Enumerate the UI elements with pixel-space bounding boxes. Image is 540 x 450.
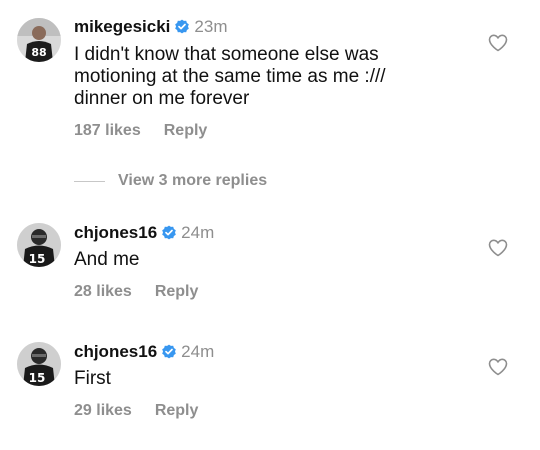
like-button[interactable] xyxy=(488,358,508,376)
comment-header: chjones16 24m xyxy=(74,223,214,243)
avatar[interactable]: 88 xyxy=(17,18,61,62)
comment-text-line: I didn't know that someone else was xyxy=(74,44,379,65)
comment-text-line: dinner on me forever xyxy=(74,88,250,109)
verified-badge-icon xyxy=(161,344,177,360)
comment-text-line: motioning at the same time as me :/// xyxy=(74,66,386,87)
divider xyxy=(74,180,105,182)
username[interactable]: mikegesicki xyxy=(74,17,170,37)
comment-text: I didn't know that someone else was moti… xyxy=(74,44,474,110)
player-photo-icon: 15 xyxy=(17,223,61,267)
comment-meta: 28 likes Reply xyxy=(74,283,198,301)
comment-text: And me xyxy=(74,249,474,271)
avatar[interactable]: 15 xyxy=(17,223,61,267)
comment-text: First xyxy=(74,368,474,390)
timestamp: 24m xyxy=(181,223,215,242)
svg-text:15: 15 xyxy=(29,371,46,385)
avatar[interactable]: 15 xyxy=(17,342,61,386)
comment-meta: 29 likes Reply xyxy=(74,402,198,420)
reply-button[interactable]: Reply xyxy=(155,283,199,301)
comment-item: 15 chjones16 24m First 29 likes Reply xyxy=(0,334,540,434)
comment-text-line: First xyxy=(74,368,111,389)
heart-outline-icon xyxy=(488,34,508,52)
comment-item: 15 chjones16 24m And me 28 likes Reply xyxy=(0,215,540,315)
comment-text-line: And me xyxy=(74,249,140,270)
svg-text:15: 15 xyxy=(29,252,46,266)
player-photo-icon: 15 xyxy=(17,342,61,386)
view-more-replies-label: View 3 more replies xyxy=(118,172,268,189)
timestamp: 23m xyxy=(194,17,228,36)
like-button[interactable] xyxy=(488,239,508,257)
timestamp: 24m xyxy=(181,342,215,361)
view-more-replies-button[interactable]: View 3 more replies xyxy=(74,172,267,190)
comment-header: chjones16 24m xyxy=(74,342,214,362)
heart-outline-icon xyxy=(488,358,508,376)
player-photo-icon: 88 xyxy=(17,18,61,62)
reply-button[interactable]: Reply xyxy=(155,402,199,420)
like-button[interactable] xyxy=(488,34,508,52)
reply-button[interactable]: Reply xyxy=(164,122,208,140)
svg-text:88: 88 xyxy=(31,46,46,59)
likes-count[interactable]: 28 likes xyxy=(74,283,132,301)
comment-meta: 187 likes Reply xyxy=(74,122,207,140)
likes-count[interactable]: 29 likes xyxy=(74,402,132,420)
likes-count[interactable]: 187 likes xyxy=(74,122,141,140)
comment-item: 88 mikegesicki 23m I didn't know that so… xyxy=(0,0,540,150)
comment-header: mikegesicki 23m xyxy=(74,17,227,37)
username[interactable]: chjones16 xyxy=(74,342,157,362)
username[interactable]: chjones16 xyxy=(74,223,157,243)
verified-badge-icon xyxy=(174,19,190,35)
verified-badge-icon xyxy=(161,225,177,241)
heart-outline-icon xyxy=(488,239,508,257)
